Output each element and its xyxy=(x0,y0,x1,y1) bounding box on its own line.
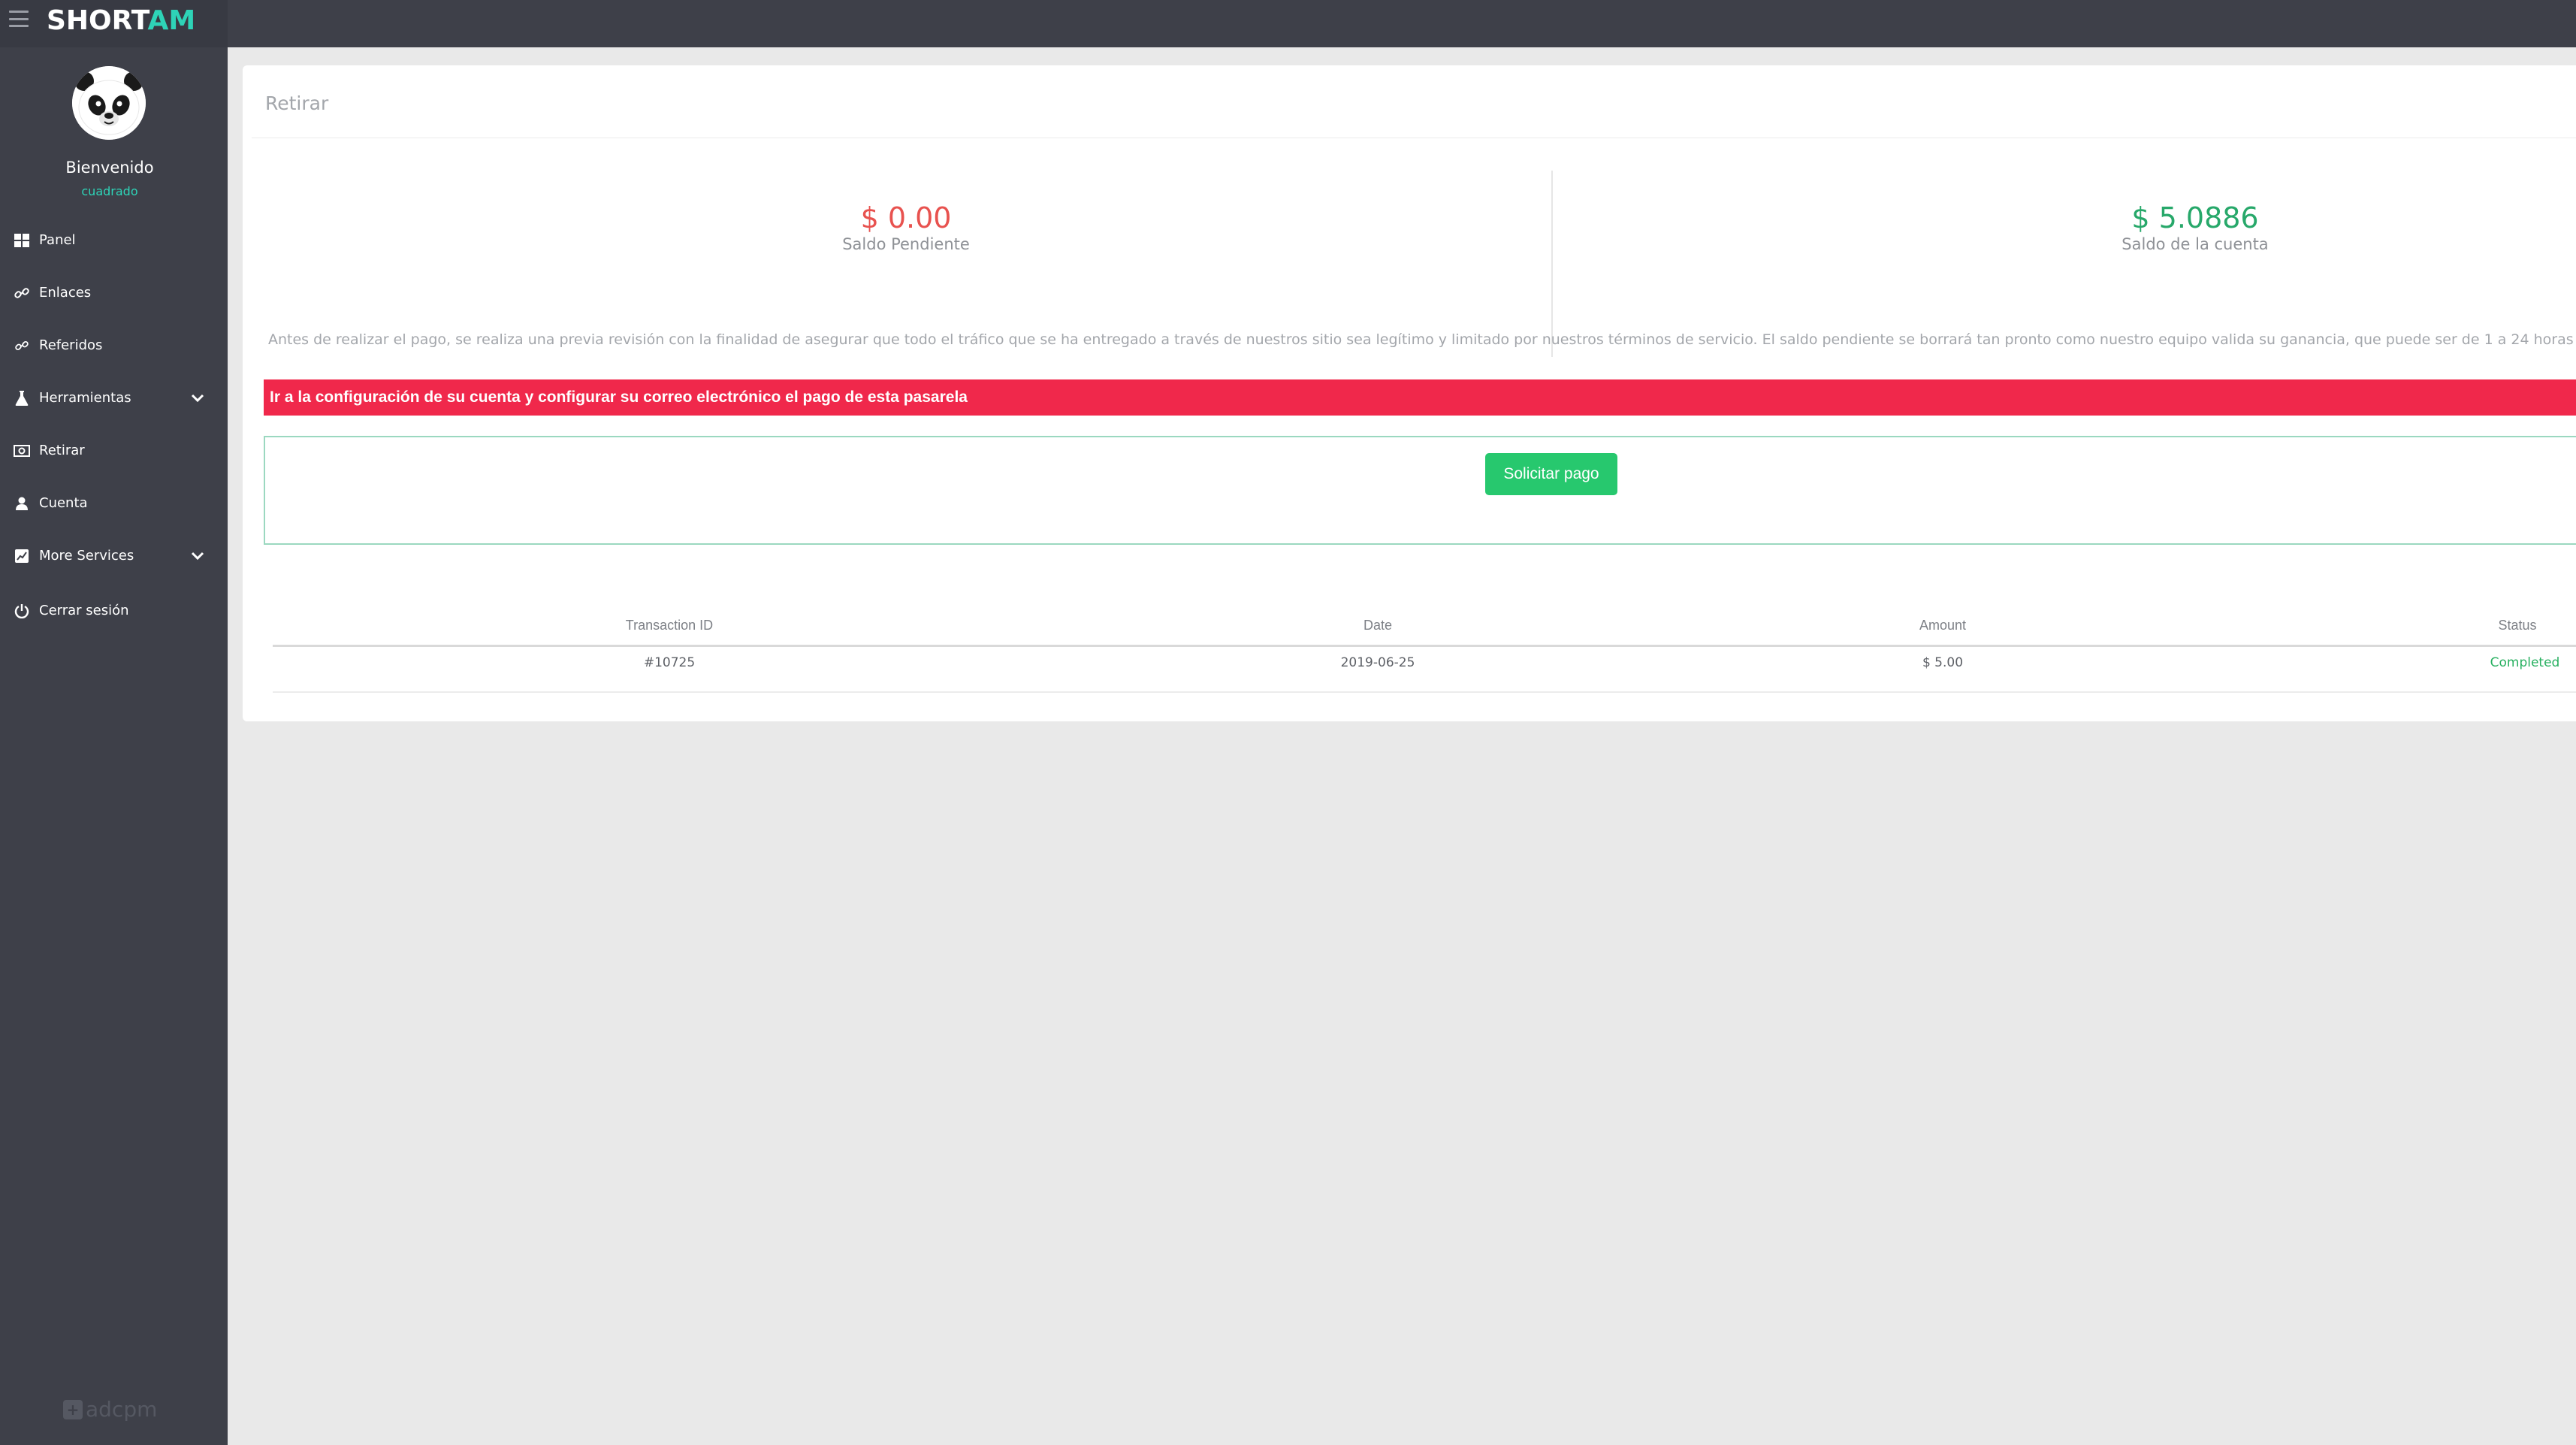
link-icon xyxy=(12,274,32,313)
sidebar-item-label: Cerrar sesión xyxy=(39,603,129,618)
column-header: Transaction ID xyxy=(625,618,714,633)
request-payment-button[interactable]: Solicitar pago xyxy=(1485,453,1617,495)
footer-logo-text: adcpm xyxy=(86,1397,158,1422)
chevron-down-icon[interactable] xyxy=(191,537,207,576)
top-bar: SHORTAM xyxy=(0,0,2576,47)
flask-icon xyxy=(12,379,32,418)
account-balance-label: Saldo de la cuenta xyxy=(2122,235,2269,253)
sidebar-item-cerrar-sesion[interactable]: Cerrar sesión xyxy=(0,591,228,630)
welcome-text: Bienvenido xyxy=(65,159,154,177)
account-balance: $ 5.0886 Saldo de la cuenta xyxy=(1970,201,2420,253)
alert-text: Ir a la configuración de su cuenta y con… xyxy=(270,388,968,406)
column-header: Date xyxy=(1363,618,1393,633)
sidebar-item-panel[interactable]: Panel xyxy=(0,221,228,260)
panda-avatar-icon xyxy=(72,66,146,140)
withdraw-panel: Retirar $ 0.00 Saldo Pendiente $ 5.0886 … xyxy=(243,65,2576,721)
brand-logo[interactable]: SHORTAM xyxy=(47,3,195,39)
status-badge: Completed xyxy=(2490,655,2560,670)
power-icon xyxy=(12,591,32,630)
account-balance-value: $ 5.0886 xyxy=(2131,201,2259,234)
date-cell: 2019-06-25 xyxy=(1340,655,1415,670)
sidebar: Bienvenido cuadrado Panel Enlaces Referi… xyxy=(0,47,228,1445)
amount-cell: $ 5.00 xyxy=(1922,655,1964,670)
sidebar-item-retirar[interactable]: Retirar xyxy=(0,431,228,470)
brand-logo-part1: SHORT xyxy=(47,5,148,36)
divider xyxy=(1551,171,1553,357)
column-header: Amount xyxy=(1919,618,1967,633)
pending-balance-value: $ 0.00 xyxy=(860,201,952,234)
sidebar-item-label: Enlaces xyxy=(39,285,92,301)
sidebar-item-herramientas[interactable]: Herramientas xyxy=(0,379,228,418)
sidebar-item-label: More Services xyxy=(39,548,134,564)
sidebar-item-more-services[interactable]: More Services xyxy=(0,537,228,576)
brand-logo-part2: AM xyxy=(147,5,196,36)
table-header-divider xyxy=(273,645,2576,647)
sidebar-item-referidos[interactable]: Referidos xyxy=(0,326,228,365)
adcpm-logo-icon: + xyxy=(63,1399,83,1419)
footer-logo[interactable]: + adcpm xyxy=(63,1397,157,1422)
transaction-id-cell: #10725 xyxy=(643,655,696,670)
page-title: Retirar xyxy=(265,92,329,114)
chevron-down-icon[interactable] xyxy=(191,379,207,418)
payment-notice: Antes de realizar el pago, se realiza un… xyxy=(268,331,2576,348)
grid-icon xyxy=(12,221,32,260)
sidebar-item-label: Referidos xyxy=(39,337,103,353)
sidebar-item-label: Panel xyxy=(39,232,76,248)
sidebar-item-label: Herramientas xyxy=(39,390,131,406)
sidebar-item-cuenta[interactable]: Cuenta xyxy=(0,484,228,523)
avatar[interactable] xyxy=(72,66,146,140)
user-icon xyxy=(12,484,32,523)
alert-banner[interactable]: Ir a la configuración de su cuenta y con… xyxy=(264,379,2576,416)
table-row-divider xyxy=(273,691,2576,693)
withdraw-form xyxy=(264,436,2576,545)
sidebar-item-label: Retirar xyxy=(39,443,85,458)
chart-box-icon xyxy=(12,537,32,576)
sidebar-item-label: Cuenta xyxy=(39,495,88,511)
link-icon xyxy=(12,326,32,365)
money-icon xyxy=(12,431,32,470)
pending-balance: $ 0.00 Saldo Pendiente xyxy=(681,201,1131,253)
pending-balance-label: Saldo Pendiente xyxy=(842,235,970,253)
hamburger-menu-icon[interactable] xyxy=(9,11,29,27)
sidebar-item-enlaces[interactable]: Enlaces xyxy=(0,274,228,313)
column-header: Status xyxy=(2498,618,2537,633)
username[interactable]: cuadrado xyxy=(0,184,219,198)
